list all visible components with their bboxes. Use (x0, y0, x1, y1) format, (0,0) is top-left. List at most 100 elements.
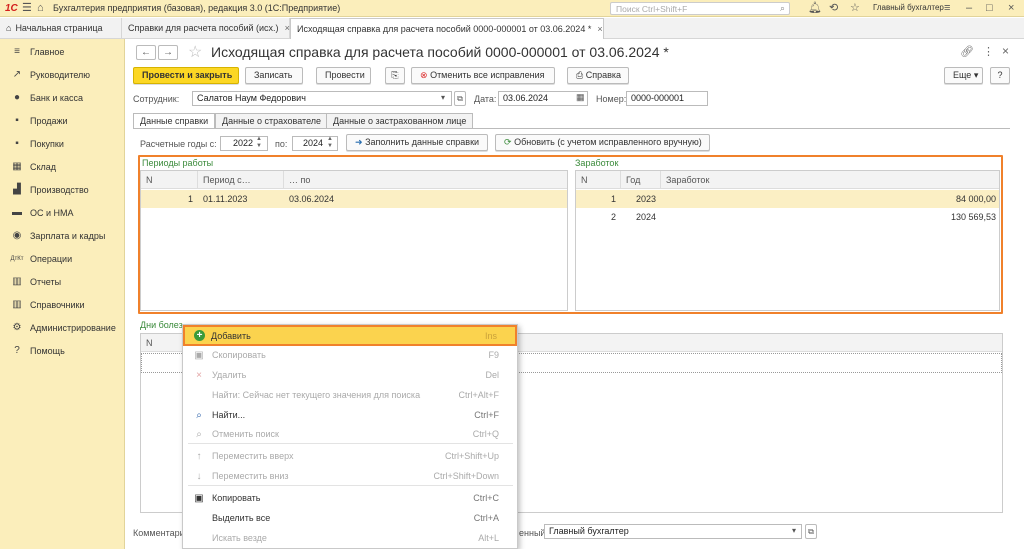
tab-insured-person-data[interactable]: Данные о застрахованном лице (326, 113, 474, 128)
cell-earnings: 130 569,53 (950, 212, 996, 222)
dropdown-icon[interactable]: ▾ (441, 93, 445, 102)
save-button[interactable]: Записать (245, 67, 303, 84)
col-header-n[interactable]: N (141, 171, 198, 189)
menu-item[interactable]: Найти: Сейчас нет текущего значения для … (183, 385, 517, 405)
sidebar-icon: ↗ (12, 69, 22, 80)
sidebar-item[interactable]: ● Банк и касса (0, 86, 125, 109)
menu-item[interactable]: + Добавить Ins (183, 325, 517, 346)
cancel-fixes-label: Отменить все исправления (430, 70, 545, 80)
user-name[interactable]: Главный бухгалтер (873, 3, 944, 12)
menu-item[interactable]: ▣ Скопировать F9 (183, 345, 517, 365)
sidebar-item[interactable]: ▥ Отчеты (0, 270, 125, 293)
col-header-earnings[interactable]: Заработок (661, 171, 999, 189)
back-button[interactable]: ← (136, 45, 156, 60)
title-bar: 1С ☰ ⌂ Бухгалтерия предприятия (базовая)… (0, 0, 1024, 17)
more-vertical-icon[interactable]: ⋮ (983, 45, 994, 58)
menu-item[interactable]: ↓ Переместить вниз Ctrl+Shift+Down (183, 466, 517, 486)
sidebar-item[interactable]: ? Помощь (0, 339, 125, 362)
help-button[interactable]: ? (990, 67, 1010, 84)
menu-item[interactable]: ▣ Копировать Ctrl+C (183, 488, 517, 508)
cancel-fixes-button[interactable]: ⊗ Отменить все исправления (411, 67, 555, 84)
tab-current-certificate[interactable]: Исходящая справка для расчета пособий 00… (290, 18, 604, 40)
history-icon[interactable]: ⟲ (829, 2, 838, 15)
settings-icon[interactable]: ≡ (944, 2, 950, 15)
tab-certificates-list[interactable]: Справки для расчета пособий (исх.) × (122, 18, 290, 39)
sidebar-icon: ▪ (15, 115, 19, 126)
year-from-spinner[interactable]: ▲ ▼ (256, 136, 262, 150)
menu-item[interactable]: ⌕ Найти... Ctrl+F (183, 405, 517, 425)
post-button[interactable]: Провести (316, 67, 371, 84)
responsible-field[interactable]: Главный бухгалтер (544, 524, 802, 539)
sidebar-item[interactable]: ▟ Производство (0, 178, 125, 201)
table-row[interactable]: 2 2024 130 569,53 (576, 208, 999, 226)
periods-table[interactable]: N Период с… … по 1 01.11.2023 03.06.2024 (140, 170, 568, 311)
employee-field[interactable]: Салатов Наум Федорович (192, 91, 452, 106)
close-tab-icon[interactable]: × (597, 24, 602, 34)
sidebar-item[interactable]: ▥ Справочники (0, 293, 125, 316)
menu-item-shortcut: Del (485, 370, 499, 380)
search-icon[interactable]: ⌕ (780, 3, 785, 14)
menu-item-icon: ↓ (196, 470, 202, 482)
sidebar-item[interactable]: ДтКт Операции (0, 247, 125, 270)
sidebar-item[interactable]: ↗ Руководителю (0, 63, 125, 86)
menu-item-shortcut: Ctrl+Shift+Down (433, 471, 499, 481)
sidebar-item[interactable]: ▬ ОС и НМА (0, 201, 125, 224)
sidebar-item[interactable]: ◉ Зарплата и кадры (0, 224, 125, 247)
post-and-close-button[interactable]: Провести и закрыть (133, 67, 239, 84)
date-field[interactable]: 03.06.2024 (498, 91, 588, 106)
open-responsible-button[interactable]: ⧉ (805, 524, 817, 539)
menu-icon[interactable]: ☰ (22, 2, 32, 15)
table-row[interactable]: 1 01.11.2023 03.06.2024 (141, 190, 567, 208)
sidebar-item-label: Руководителю (30, 69, 91, 80)
menu-item[interactable]: Искать везде Alt+L (183, 528, 517, 548)
close-icon[interactable]: × (1008, 2, 1014, 15)
menu-item-shortcut: Ctrl+Alt+F (458, 390, 499, 400)
sidebar-item[interactable]: ▪ Продажи (0, 109, 125, 132)
menu-item[interactable]: Выделить все Ctrl+A (183, 508, 517, 528)
dropdown-icon[interactable]: ▾ (792, 526, 796, 535)
menu-item[interactable]: × Удалить Del (183, 365, 517, 385)
global-search-input[interactable]: Поиск Ctrl+Shift+F ⌕ (610, 2, 790, 15)
calendar-icon[interactable]: ▦ (576, 92, 585, 103)
number-field[interactable]: 0000-000001 (626, 91, 708, 106)
refresh-button[interactable]: ⟳ Обновить (с учетом исправленного вручн… (495, 134, 710, 151)
home-icon[interactable]: ⌂ (37, 2, 44, 15)
table-row[interactable]: 1 2023 84 000,00 (576, 190, 999, 208)
fill-data-button[interactable]: ➜ Заполнить данные справки (346, 134, 488, 151)
menu-item-shortcut: Ctrl+F (474, 410, 499, 420)
col-header-n[interactable]: N (576, 171, 621, 189)
menu-item[interactable]: ⌕ Отменить поиск Ctrl+Q (183, 424, 517, 444)
sidebar-icon: ДтКт (10, 255, 24, 262)
maximize-icon[interactable]: □ (986, 2, 993, 15)
more-button[interactable]: Еще ▾ (944, 67, 983, 84)
col-header-period-to[interactable]: … по (284, 171, 567, 189)
certificate-label: Справка (585, 70, 622, 80)
tab-insurer-data[interactable]: Данные о страхователе (215, 113, 329, 128)
close-form-icon[interactable]: × (1002, 44, 1009, 58)
sidebar-item[interactable]: ≡ Главное (0, 40, 125, 63)
year-to-spinner[interactable]: ▲ ▼ (327, 136, 333, 150)
sidebar-icon: ⚙ (12, 322, 22, 333)
col-header-period-from[interactable]: Период с… (198, 171, 284, 189)
minimize-icon[interactable]: – (966, 2, 972, 15)
menu-item-icon: ▣ (194, 349, 204, 361)
forward-button[interactable]: → (158, 45, 178, 60)
cancel-icon: ⊗ (420, 70, 428, 80)
earnings-table[interactable]: N Год Заработок 1 2023 84 000,00 2 2024 … (575, 170, 1000, 311)
sidebar-item[interactable]: ▦ Склад (0, 155, 125, 178)
sidebar-item[interactable]: ⚙ Администрирование (0, 316, 125, 339)
attach-button[interactable]: ⎘ (385, 67, 405, 84)
open-employee-button[interactable]: ⧉ (454, 91, 466, 106)
tab-home[interactable]: ⌂ Начальная страница (0, 18, 122, 39)
cell-earnings: 84 000,00 (955, 194, 996, 204)
print-certificate-button[interactable]: ⎙ Справка (567, 67, 629, 84)
menu-item[interactable]: ↑ Переместить вверх Ctrl+Shift+Up (183, 446, 517, 466)
favorite-star-icon[interactable]: ☆ (188, 42, 202, 62)
link-icon[interactable]: 🔗︎ (960, 45, 974, 58)
bell-icon[interactable]: 🔔︎ (808, 2, 822, 15)
col-header-year[interactable]: Год (621, 171, 661, 189)
star-icon[interactable]: ☆ (850, 2, 860, 15)
tab-certificate-data[interactable]: Данные справки (133, 113, 216, 129)
sidebar-item[interactable]: ▪ Покупки (0, 132, 125, 155)
employee-label: Сотрудник: (133, 94, 180, 104)
